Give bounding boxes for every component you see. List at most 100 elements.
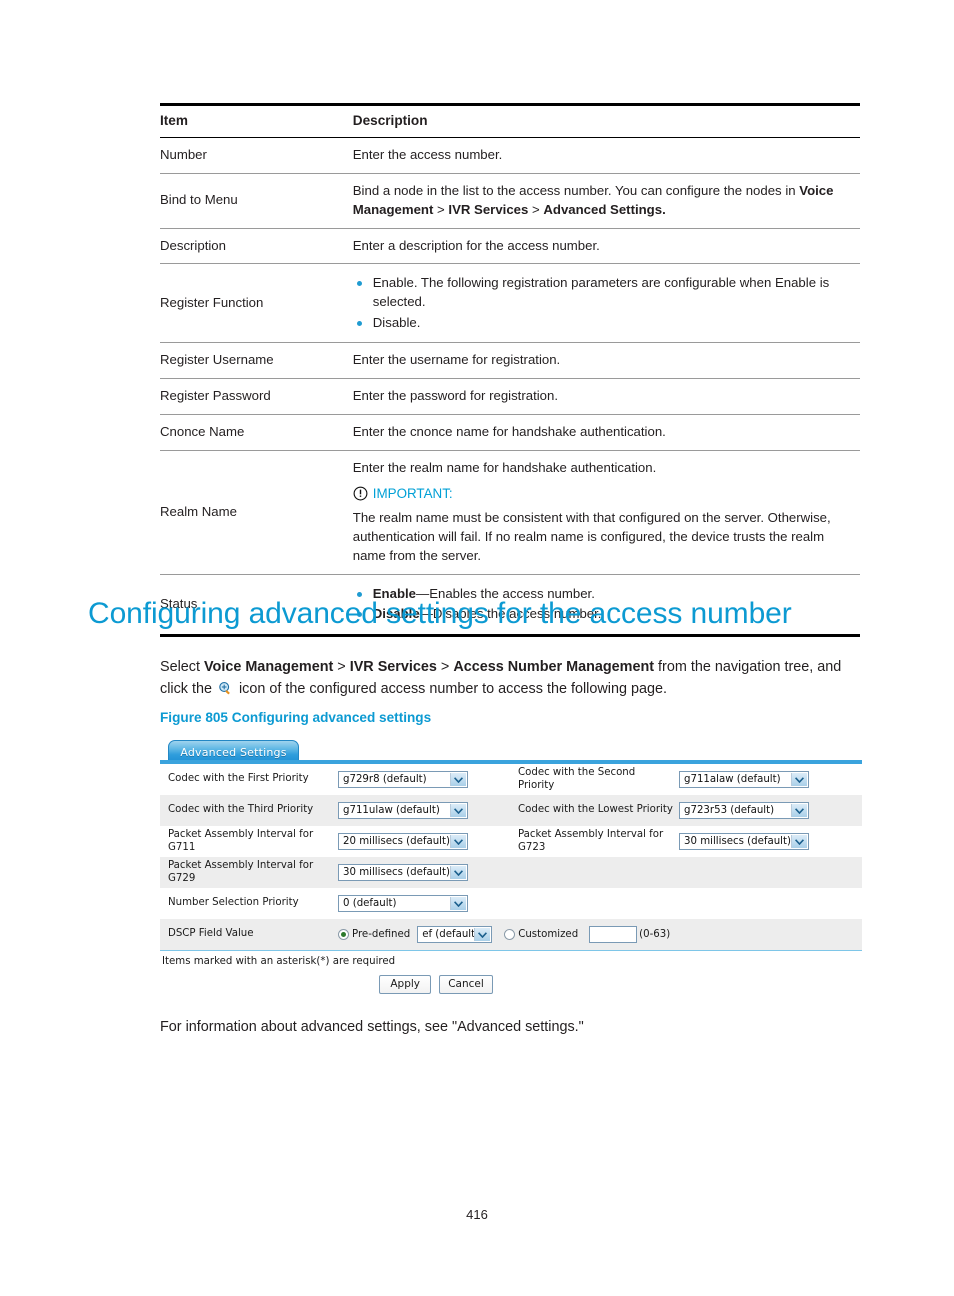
radio-label-customized: Customized (518, 929, 579, 940)
control-number-selection-priority: 0 (default) (337, 888, 512, 919)
row-item-description: Description (160, 228, 353, 265)
label-codec-third-priority: Codec with the Third Priority (168, 804, 314, 816)
intro-text-c: icon of the configured access number to … (234, 680, 667, 697)
select-value: g711alaw (default) (684, 774, 781, 785)
column-header-item: Item (160, 102, 353, 139)
nav-separator: > (436, 659, 454, 675)
row-desc-register-function: Enable. The following registration param… (352, 263, 860, 344)
row-item-bind-to-menu: Bind to Menu (160, 173, 353, 229)
table-head: Item Description (160, 102, 860, 139)
select-codec-first-priority[interactable]: g729r8 (default) (338, 771, 468, 788)
row-desc-register-password: Enter the password for registration. (352, 378, 860, 415)
form-row-codec-third-lowest: Codec with the Third Priority g711ulaw (… (160, 795, 862, 826)
table-row: Register Username Enter the username for… (160, 342, 860, 380)
select-dscp-predefined-value[interactable]: ef (default (417, 926, 493, 943)
row-item-cnonce-name: Cnonce Name (160, 414, 353, 451)
form-actions: Apply Cancel (160, 967, 862, 994)
intro-text-a: Select (160, 659, 204, 675)
select-packet-interval-g711[interactable]: 20 millisecs (default) (338, 833, 468, 850)
select-codec-second-priority[interactable]: g711alaw (default) (679, 771, 809, 788)
nav-separator: > (333, 659, 350, 675)
row-item-number: Number (160, 137, 353, 175)
chevron-down-icon[interactable] (450, 804, 466, 817)
label-packet-interval-g711: Packet Assembly Interval for G711 (168, 829, 314, 853)
apply-button[interactable]: Apply (379, 975, 432, 994)
select-value: ef (default (422, 929, 476, 940)
control-codec-first-priority: g729r8 (default) (337, 764, 512, 795)
empty-cell (512, 857, 862, 888)
page-number: 416 (466, 1207, 488, 1222)
select-value: g729r8 (default) (343, 774, 427, 785)
row-item-register-password: Register Password (160, 378, 353, 415)
select-value: 30 millisecs (default) (684, 836, 791, 847)
row-desc-bind-to-menu: Bind a node in the list to the access nu… (352, 173, 860, 229)
chevron-down-icon[interactable] (450, 897, 466, 910)
row-desc-realm-name: Enter the realm name for handshake authe… (352, 450, 860, 575)
list-item: Enable. The following registration param… (353, 274, 860, 311)
select-value: 0 (default) (343, 898, 397, 909)
chevron-down-icon[interactable] (450, 773, 466, 786)
table-row: Description Enter a description for the … (160, 228, 860, 265)
table-body: Number Enter the access number. Bind to … (160, 137, 860, 638)
select-number-selection-priority[interactable]: 0 (default) (338, 895, 468, 912)
select-codec-third-priority[interactable]: g711ulaw (default) (338, 802, 468, 819)
table-row: Number Enter the access number. (160, 137, 860, 175)
nav-path-ivr-services: IVR Services (349, 659, 437, 675)
table-header-row: Item Description (160, 102, 860, 139)
closing-paragraph: For information about advanced settings,… (160, 1019, 584, 1035)
cancel-button[interactable]: Cancel (439, 975, 493, 994)
empty-cell (512, 888, 862, 919)
radio-dscp-customized[interactable]: Customized (504, 929, 578, 940)
row-item-register-function: Register Function (160, 263, 353, 344)
control-codec-lowest-priority: g723r53 (default) (677, 795, 862, 826)
chevron-down-icon[interactable] (450, 835, 466, 848)
radio-dot-icon (504, 929, 516, 940)
chevron-down-icon[interactable] (791, 804, 807, 817)
radio-dscp-predefined[interactable]: Pre-defined (338, 929, 410, 940)
select-value: 30 millisecs (default) (343, 867, 450, 878)
table-row: Bind to Menu Bind a node in the list to … (160, 173, 860, 229)
select-codec-lowest-priority[interactable]: g723r53 (default) (679, 802, 809, 819)
input-dscp-customized-value[interactable] (589, 926, 638, 943)
intro-paragraph: Select Voice Management > IVR Services >… (160, 657, 864, 701)
row-desc-description: Enter a description for the access numbe… (352, 228, 860, 265)
label-codec-first-priority: Codec with the First Priority (168, 773, 309, 785)
register-function-bullets: Enable. The following registration param… (353, 274, 860, 332)
page-title: Configuring advanced settings for the ac… (88, 597, 792, 630)
form-row-codec-first-second: Codec with the First Priority g729r8 (de… (160, 764, 862, 795)
tab-bar-underline (160, 760, 862, 764)
table-row: Realm Name Enter the realm name for hand… (160, 450, 860, 575)
realm-lead-text: Enter the realm name for handshake authe… (352, 459, 657, 475)
row-item-realm-name: Realm Name (160, 450, 353, 575)
column-header-description: Description (352, 102, 860, 139)
select-packet-interval-g723[interactable]: 30 millisecs (default) (679, 833, 809, 850)
control-codec-second-priority: g711alaw (default) (677, 764, 862, 795)
important-body-text: The realm name must be consistent with t… (352, 510, 831, 563)
chevron-down-icon[interactable] (791, 835, 807, 848)
row-item-register-username: Register Username (160, 342, 353, 380)
nav-path-access-number-management: Access Number Management (453, 659, 655, 675)
label-packet-interval-g729: Packet Assembly Interval for G729 (168, 860, 314, 884)
chevron-down-icon[interactable] (450, 866, 466, 879)
form-row-packet-g711-g723: Packet Assembly Interval for G711 20 mil… (160, 826, 862, 857)
exclamation-circle-icon (353, 486, 368, 501)
chevron-down-icon[interactable] (791, 773, 807, 786)
row-desc-register-username: Enter the username for registration. (352, 342, 860, 380)
select-packet-interval-g729[interactable]: 30 millisecs (default) (338, 864, 468, 881)
parameter-description-table: Item Description Number Enter the access… (160, 102, 860, 638)
row-desc-cnonce-name: Enter the cnonce name for handshake auth… (352, 414, 860, 451)
advanced-settings-screenshot: Advanced Settings Codec with the First P… (160, 738, 862, 996)
control-packet-interval-g723: 30 millisecs (default) (677, 826, 862, 857)
label-number-selection-priority: Number Selection Priority (168, 897, 299, 909)
tab-bar: Advanced Settings (160, 738, 862, 764)
list-item: Disable. (353, 314, 860, 333)
label-packet-interval-g723: Packet Assembly Interval for G723 (518, 829, 664, 853)
radio-dot-selected-icon (338, 929, 349, 940)
form-row-number-selection-priority: Number Selection Priority 0 (default) (160, 888, 862, 919)
table-row: Cnonce Name Enter the cnonce name for ha… (160, 414, 860, 451)
magnifier-plus-icon (218, 681, 233, 696)
select-value: 20 millisecs (default) (343, 836, 450, 847)
settings-form: Codec with the First Priority g729r8 (de… (160, 764, 862, 951)
select-value: g711ulaw (default) (343, 805, 440, 816)
chevron-down-icon[interactable] (474, 928, 491, 941)
